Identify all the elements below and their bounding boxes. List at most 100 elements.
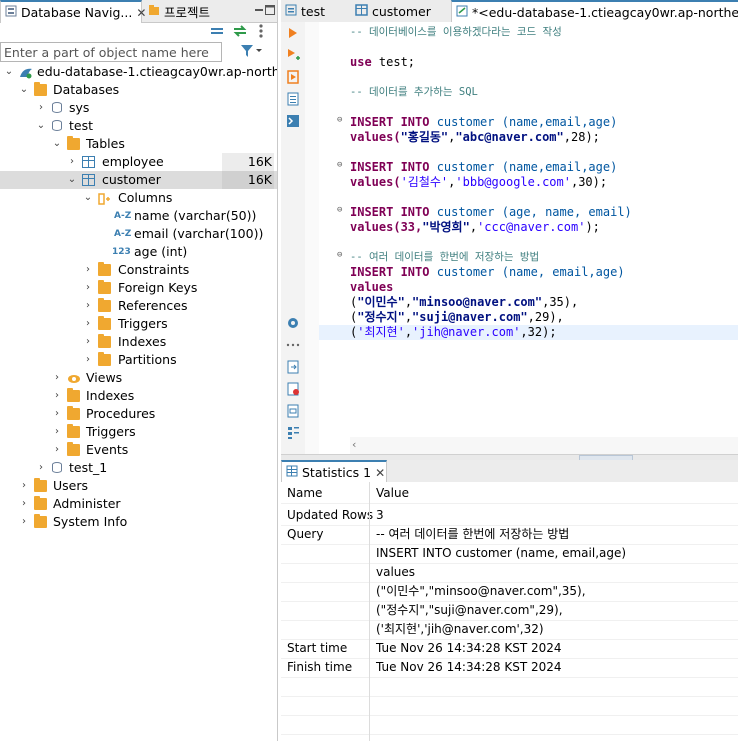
tree-connection[interactable]: ⌄ edu-database-1.ctieagcay0wr.ap-northea… — [0, 63, 277, 81]
tree-references[interactable]: › References — [0, 297, 277, 315]
table-row[interactable]: Updated Rows 3 — [281, 506, 738, 526]
chevron-right-icon[interactable]: › — [52, 369, 62, 387]
table-row[interactable]: ("이민수","minsoo@naver.com",35), — [281, 582, 738, 602]
tab-editor-customer[interactable]: customer — [351, 0, 449, 22]
code-line: values(33,"박영희",'ccc@naver.com'); — [350, 220, 600, 235]
execute-script-icon[interactable] — [287, 70, 300, 87]
close-icon[interactable]: ✕ — [375, 466, 385, 480]
chevron-right-icon[interactable]: › — [52, 405, 62, 423]
chevron-down-icon[interactable]: ⌄ — [52, 135, 62, 153]
tree-indexes[interactable]: › Indexes — [0, 333, 277, 351]
tree-columns[interactable]: ⌄ Columns — [0, 189, 277, 207]
chevron-right-icon[interactable]: › — [52, 387, 62, 405]
chevron-right-icon[interactable]: › — [19, 477, 29, 495]
column-header-name[interactable]: Name — [287, 484, 322, 503]
tree-administer[interactable]: › Administer — [0, 495, 277, 513]
link-with-editor-icon[interactable] — [232, 24, 248, 38]
chevron-down-icon[interactable]: ⌄ — [83, 189, 93, 207]
tree-constraints[interactable]: › Constraints — [0, 261, 277, 279]
table-row[interactable]: Start time Tue Nov 26 14:34:28 KST 2024 — [281, 639, 738, 659]
fold-icon[interactable]: ⊖ — [337, 205, 342, 215]
tree-db-indexes[interactable]: › Indexes — [0, 387, 277, 405]
table-row[interactable]: ("정수지","suji@naver.com",29), — [281, 601, 738, 621]
table-row[interactable]: values — [281, 563, 738, 583]
chevron-down-icon[interactable]: ⌄ — [36, 117, 46, 135]
terminal-icon[interactable] — [286, 114, 300, 131]
chevron-right-icon[interactable]: › — [83, 315, 93, 333]
chevron-right-icon[interactable]: › — [36, 459, 46, 477]
column-divider[interactable] — [369, 482, 370, 741]
table-row[interactable]: ('최지현','jih@naver.com',32) — [281, 620, 738, 640]
code-text: , — [469, 220, 478, 234]
chevron-right-icon[interactable]: › — [19, 495, 29, 513]
chevron-down-icon[interactable]: ⌄ — [4, 63, 14, 81]
chevron-right-icon[interactable]: › — [67, 153, 77, 171]
chevron-down-icon[interactable]: ⌄ — [67, 171, 77, 189]
fold-icon[interactable]: ⊖ — [337, 250, 342, 260]
execute-in-new-tab-icon[interactable] — [287, 48, 301, 65]
tree-users[interactable]: › Users — [0, 477, 277, 495]
table-row[interactable]: Finish time Tue Nov 26 14:34:28 KST 2024 — [281, 658, 738, 678]
tree-foreign-keys[interactable]: › Foreign Keys — [0, 279, 277, 297]
tree-table-customer[interactable]: ⌄ customer 16K — [0, 171, 277, 189]
tab-statistics[interactable]: Statistics 1 ✕ — [281, 460, 387, 483]
delete-script-icon[interactable] — [287, 382, 300, 399]
more-icon[interactable] — [285, 338, 301, 352]
tree-db-test-1[interactable]: › test_1 — [0, 459, 277, 477]
fold-icon[interactable]: ⊖ — [337, 160, 342, 170]
chevron-right-icon[interactable]: › — [83, 333, 93, 351]
column-header-value[interactable]: Value — [376, 484, 409, 503]
tab-editor-script-active[interactable]: *<edu-database-1.ctieagcay0wr.ap-northea… — [451, 0, 738, 23]
table-row[interactable]: Query -- 여러 데이터를 한번에 저장하는 방법 — [281, 525, 738, 545]
tree-triggers[interactable]: › Triggers — [0, 315, 277, 333]
filter-icon[interactable] — [240, 43, 262, 59]
fold-icon[interactable]: ⊖ — [337, 115, 342, 125]
tree-system-info[interactable]: › System Info — [0, 513, 277, 531]
explain-plan-icon[interactable] — [287, 92, 300, 109]
tab-editor-test[interactable]: test — [281, 0, 349, 22]
execute-statement-icon[interactable] — [287, 26, 299, 43]
format-sql-icon[interactable] — [287, 404, 300, 421]
chevron-right-icon[interactable]: › — [83, 297, 93, 315]
tree-procedures[interactable]: › Procedures — [0, 405, 277, 423]
tree-column-name[interactable]: A-Z name (varchar(50)) — [0, 207, 277, 225]
minimize-icon[interactable] — [254, 3, 264, 17]
collapse-all-icon[interactable] — [210, 24, 224, 38]
code-string: "abc@naver.com" — [455, 130, 564, 144]
tree-column-age[interactable]: 123 age (int) — [0, 243, 277, 261]
horizontal-scrollbar[interactable]: ‹ — [350, 437, 738, 454]
chevron-right-icon[interactable]: › — [83, 279, 93, 297]
tree-db-test[interactable]: ⌄ test — [0, 117, 277, 135]
chevron-right-icon[interactable]: › — [83, 261, 93, 279]
code-line: values("홍길동","abc@naver.com",28); — [350, 130, 600, 145]
folder-icon — [98, 280, 111, 294]
tree-db-triggers[interactable]: › Triggers — [0, 423, 277, 441]
tree-databases[interactable]: ⌄ Databases — [0, 81, 277, 99]
tree-column-email[interactable]: A-Z email (varchar(100)) — [0, 225, 277, 243]
scroll-left-icon[interactable]: ‹ — [352, 438, 356, 451]
maximize-icon[interactable] — [264, 3, 276, 17]
tab-database-navigator[interactable]: Database Navig... ✕ — [0, 0, 146, 23]
chevron-right-icon[interactable]: › — [36, 99, 46, 117]
tree-label: Views — [86, 370, 123, 385]
view-menu-icon[interactable] — [257, 22, 265, 40]
outline-icon[interactable] — [287, 426, 300, 443]
tab-project[interactable]: 프로젝트 — [144, 0, 244, 22]
chevron-right-icon[interactable]: › — [52, 441, 62, 459]
chevron-down-icon[interactable]: ⌄ — [19, 81, 29, 99]
tree-views[interactable]: › Views — [0, 369, 277, 387]
tree-db-sys[interactable]: › sys — [0, 99, 277, 117]
gear-icon[interactable] — [286, 316, 300, 333]
export-icon[interactable] — [287, 360, 300, 377]
tree-events[interactable]: › Events — [0, 441, 277, 459]
tree-tables[interactable]: ⌄ Tables — [0, 135, 277, 153]
chevron-right-icon[interactable]: › — [19, 513, 29, 531]
sql-editor[interactable]: -- 데이터베이스를 이용하겠다라는 코드 작성 use test; -- 데이… — [319, 22, 738, 454]
chevron-right-icon[interactable]: › — [52, 423, 62, 441]
tree-table-employee[interactable]: › employee 16K — [0, 153, 277, 171]
chevron-right-icon[interactable]: › — [83, 351, 93, 369]
table-row[interactable]: INSERT INTO customer (name, email,age) — [281, 544, 738, 564]
tree-partitions[interactable]: › Partitions — [0, 351, 277, 369]
object-filter-input[interactable] — [0, 42, 222, 62]
tab-label: Database Navig... — [21, 5, 133, 20]
